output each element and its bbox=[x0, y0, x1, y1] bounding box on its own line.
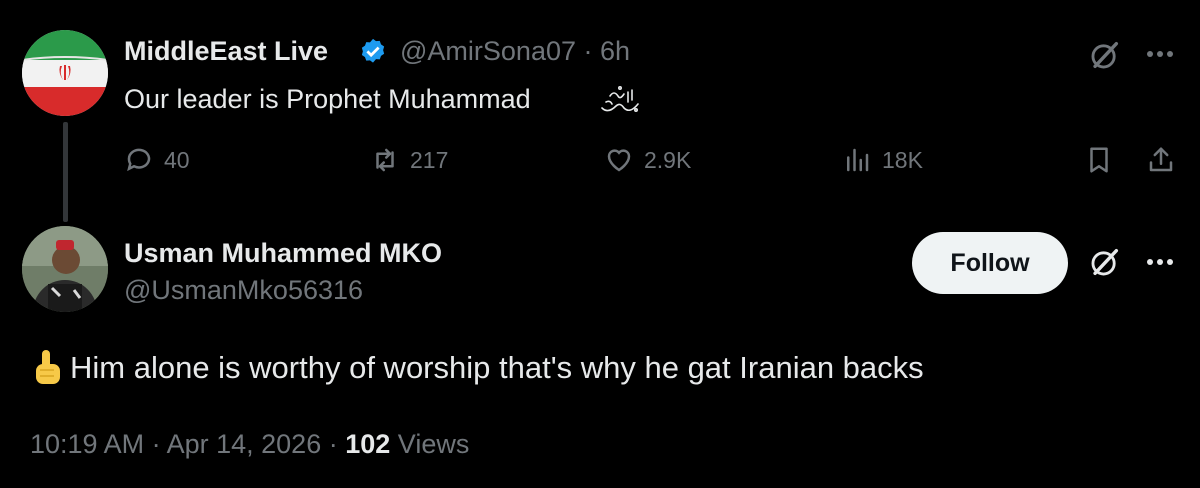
user-photo-avatar-image bbox=[22, 226, 108, 312]
salawat-calligraphy-icon bbox=[601, 85, 639, 112]
grok-icon[interactable] bbox=[1088, 245, 1122, 279]
thread-connector-line bbox=[63, 122, 68, 222]
grok-icon[interactable] bbox=[1088, 38, 1122, 72]
author-handle-and-time[interactable]: @AmirSona07 · 6h bbox=[400, 36, 630, 67]
analytics-icon bbox=[847, 148, 869, 172]
reply-button[interactable]: 40 bbox=[124, 145, 190, 175]
share-icon[interactable] bbox=[1146, 145, 1176, 175]
views-count: 102 bbox=[345, 429, 391, 459]
iran-flag-avatar-image bbox=[22, 30, 108, 116]
author-handle: @AmirSona07 bbox=[400, 36, 576, 66]
post-time[interactable]: 10:19 AM bbox=[30, 429, 144, 459]
views-button[interactable]: 18K bbox=[842, 145, 923, 175]
retweet-count: 217 bbox=[410, 146, 449, 173]
verified-badge-icon bbox=[361, 38, 385, 63]
views-count: 18K bbox=[882, 146, 923, 173]
avatar[interactable] bbox=[22, 226, 108, 312]
reply-icon bbox=[127, 148, 151, 172]
retweet-icon bbox=[376, 148, 394, 172]
views-label: Views bbox=[397, 429, 470, 459]
retweet-button[interactable]: 217 bbox=[370, 145, 448, 175]
reply-text: Him alone is worthy of worship that's wh… bbox=[70, 350, 924, 385]
more-options-icon[interactable] bbox=[1142, 44, 1178, 64]
reply-author-name[interactable]: Usman Muhammed MKO bbox=[124, 238, 442, 269]
reply-text-row: Him alone is worthy of worship that's wh… bbox=[30, 348, 924, 388]
like-button[interactable]: 2.9K bbox=[604, 145, 691, 175]
tweet-text: Our leader is Prophet Muhammad bbox=[124, 84, 531, 114]
follow-button[interactable]: Follow bbox=[912, 232, 1068, 294]
reply-count: 40 bbox=[164, 146, 190, 173]
avatar[interactable] bbox=[22, 30, 108, 116]
reply-author-handle[interactable]: @UsmanMko56316 bbox=[124, 275, 363, 306]
author-name[interactable]: MiddleEast Live bbox=[124, 36, 328, 67]
post-date[interactable]: Apr 14, 2026 bbox=[167, 429, 322, 459]
index-pointing-up-emoji-icon bbox=[36, 350, 60, 384]
more-options-icon[interactable] bbox=[1142, 252, 1178, 272]
bookmark-icon[interactable] bbox=[1084, 145, 1114, 175]
heart-icon bbox=[607, 149, 631, 172]
like-count: 2.9K bbox=[644, 146, 692, 173]
post-time: 6h bbox=[600, 36, 631, 66]
post-metadata: 10:19 AM · Apr 14, 2026 · 102 Views bbox=[30, 429, 470, 459]
